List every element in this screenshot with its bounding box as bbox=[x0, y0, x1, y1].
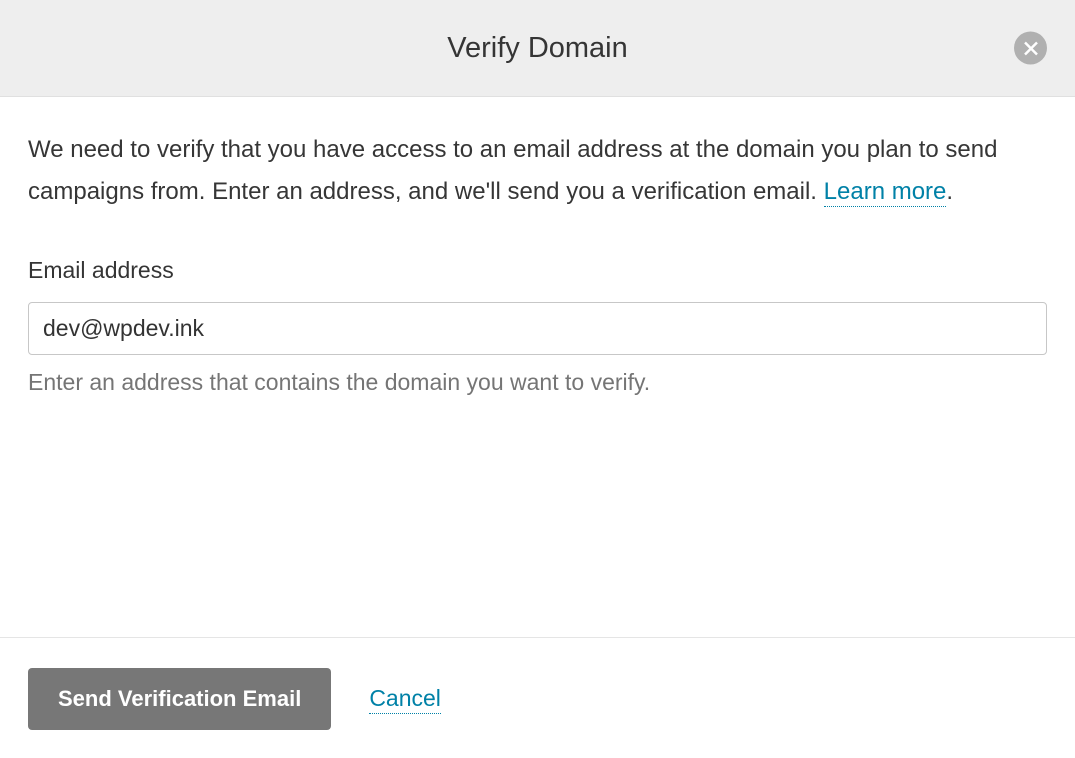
description-period: . bbox=[946, 178, 953, 205]
close-button[interactable] bbox=[1014, 32, 1047, 65]
learn-more-link[interactable]: Learn more bbox=[824, 178, 947, 207]
close-icon bbox=[1024, 41, 1038, 55]
email-label: Email address bbox=[28, 257, 1047, 284]
cancel-link[interactable]: Cancel bbox=[369, 685, 441, 714]
modal-body: We need to verify that you have access t… bbox=[0, 97, 1075, 637]
modal-footer: Send Verification Email Cancel bbox=[0, 637, 1075, 758]
modal-header: Verify Domain bbox=[0, 0, 1075, 97]
email-input[interactable] bbox=[28, 302, 1047, 355]
send-verification-button[interactable]: Send Verification Email bbox=[28, 668, 331, 730]
modal-title: Verify Domain bbox=[447, 32, 628, 65]
email-helper-text: Enter an address that contains the domai… bbox=[28, 369, 1047, 396]
description-text: We need to verify that you have access t… bbox=[28, 129, 1047, 213]
